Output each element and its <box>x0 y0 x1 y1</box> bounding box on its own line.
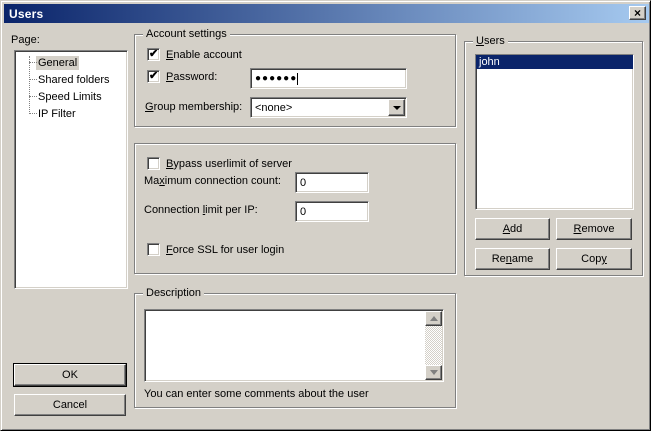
page-tree: General Shared folders Speed Limits IP F… <box>14 50 128 289</box>
text-caret <box>297 73 298 85</box>
close-icon: × <box>634 8 641 18</box>
users-group-title: Users <box>473 35 508 47</box>
ok-button-label: OK <box>62 369 78 381</box>
description-hint: You can enter some comments about the us… <box>144 388 369 400</box>
account-settings-title: Account settings <box>143 28 230 40</box>
rename-user-button[interactable]: Rename <box>475 248 550 270</box>
description-scrollbar[interactable] <box>425 311 442 380</box>
tree-item-general[interactable]: General <box>15 54 127 71</box>
enable-account-checkbox[interactable] <box>147 48 160 61</box>
add-user-button-label: Add <box>503 223 523 235</box>
cancel-button-label: Cancel <box>53 399 87 411</box>
users-dialog: Users × Page: General Shared folders Spe… <box>0 0 651 431</box>
password-input[interactable]: ●●●●●● <box>250 68 407 89</box>
account-settings-group: Account settings Enable account Password… <box>134 34 456 127</box>
tree-item-shared-folders[interactable]: Shared folders <box>15 71 127 88</box>
password-label[interactable]: Password: <box>166 71 217 83</box>
password-row: Password: <box>147 70 217 83</box>
max-connection-count-label: Maximum connection count: <box>144 175 281 187</box>
copy-user-button[interactable]: Copy <box>556 248 632 270</box>
bypass-userlimit-row: Bypass userlimit of server <box>147 157 292 170</box>
titlebar[interactable]: Users × <box>4 4 649 23</box>
force-ssl-checkbox[interactable] <box>147 243 160 256</box>
connection-limits-group: Bypass userlimit of server Maximum conne… <box>134 143 456 274</box>
force-ssl-row: Force SSL for user login <box>147 243 284 256</box>
scroll-down-button[interactable] <box>425 365 442 380</box>
rename-user-button-label: Rename <box>492 253 534 265</box>
page-label: Page: <box>11 34 40 46</box>
tree-item-speed-limits[interactable]: Speed Limits <box>15 88 127 105</box>
description-group: Description You can enter some comments … <box>134 293 456 408</box>
scroll-up-button[interactable] <box>425 311 442 326</box>
tree-item-label: Shared folders <box>36 73 112 87</box>
tree-item-label: General <box>36 56 79 70</box>
group-membership-select[interactable]: <none> <box>250 97 407 118</box>
close-button[interactable]: × <box>629 6 646 20</box>
ok-button[interactable]: OK <box>14 364 126 386</box>
group-membership-label: Group membership: <box>145 101 242 113</box>
add-user-button[interactable]: Add <box>475 218 550 240</box>
bypass-userlimit-label[interactable]: Bypass userlimit of server <box>166 158 292 170</box>
remove-user-button-label: Remove <box>574 223 615 235</box>
connection-limit-per-ip-label: Connection limit per IP: <box>144 204 258 216</box>
description-textarea[interactable] <box>144 309 444 382</box>
max-connection-count-input[interactable]: 0 <box>295 172 369 193</box>
users-group: Users john Add Remove Rename Copy <box>464 41 643 276</box>
description-title: Description <box>143 287 204 299</box>
password-checkbox[interactable] <box>147 70 160 83</box>
bypass-userlimit-checkbox[interactable] <box>147 157 160 170</box>
tree-item-label: IP Filter <box>36 107 78 121</box>
tree-item-label: Speed Limits <box>36 90 104 104</box>
tree-item-ip-filter[interactable]: IP Filter <box>15 105 127 122</box>
enable-account-row: Enable account <box>147 48 242 61</box>
chevron-down-icon <box>393 106 401 110</box>
enable-account-label[interactable]: Enable account <box>166 49 242 61</box>
max-connection-count-value: 0 <box>300 177 306 189</box>
users-listbox[interactable]: john <box>475 54 634 210</box>
user-list-item[interactable]: john <box>476 55 633 69</box>
cancel-button[interactable]: Cancel <box>14 394 126 416</box>
remove-user-button[interactable]: Remove <box>556 218 632 240</box>
arrow-up-icon <box>430 316 438 321</box>
connection-limit-per-ip-value: 0 <box>300 206 306 218</box>
password-masked-value: ●●●●●● <box>255 74 297 84</box>
copy-user-button-label: Copy <box>581 253 607 265</box>
window-title: Users <box>4 7 43 21</box>
user-name: john <box>479 56 500 68</box>
combo-dropdown-button[interactable] <box>388 99 405 116</box>
group-membership-value: <none> <box>255 102 292 114</box>
arrow-down-icon <box>430 370 438 375</box>
force-ssl-label[interactable]: Force SSL for user login <box>166 244 284 256</box>
connection-limit-per-ip-input[interactable]: 0 <box>295 201 369 222</box>
